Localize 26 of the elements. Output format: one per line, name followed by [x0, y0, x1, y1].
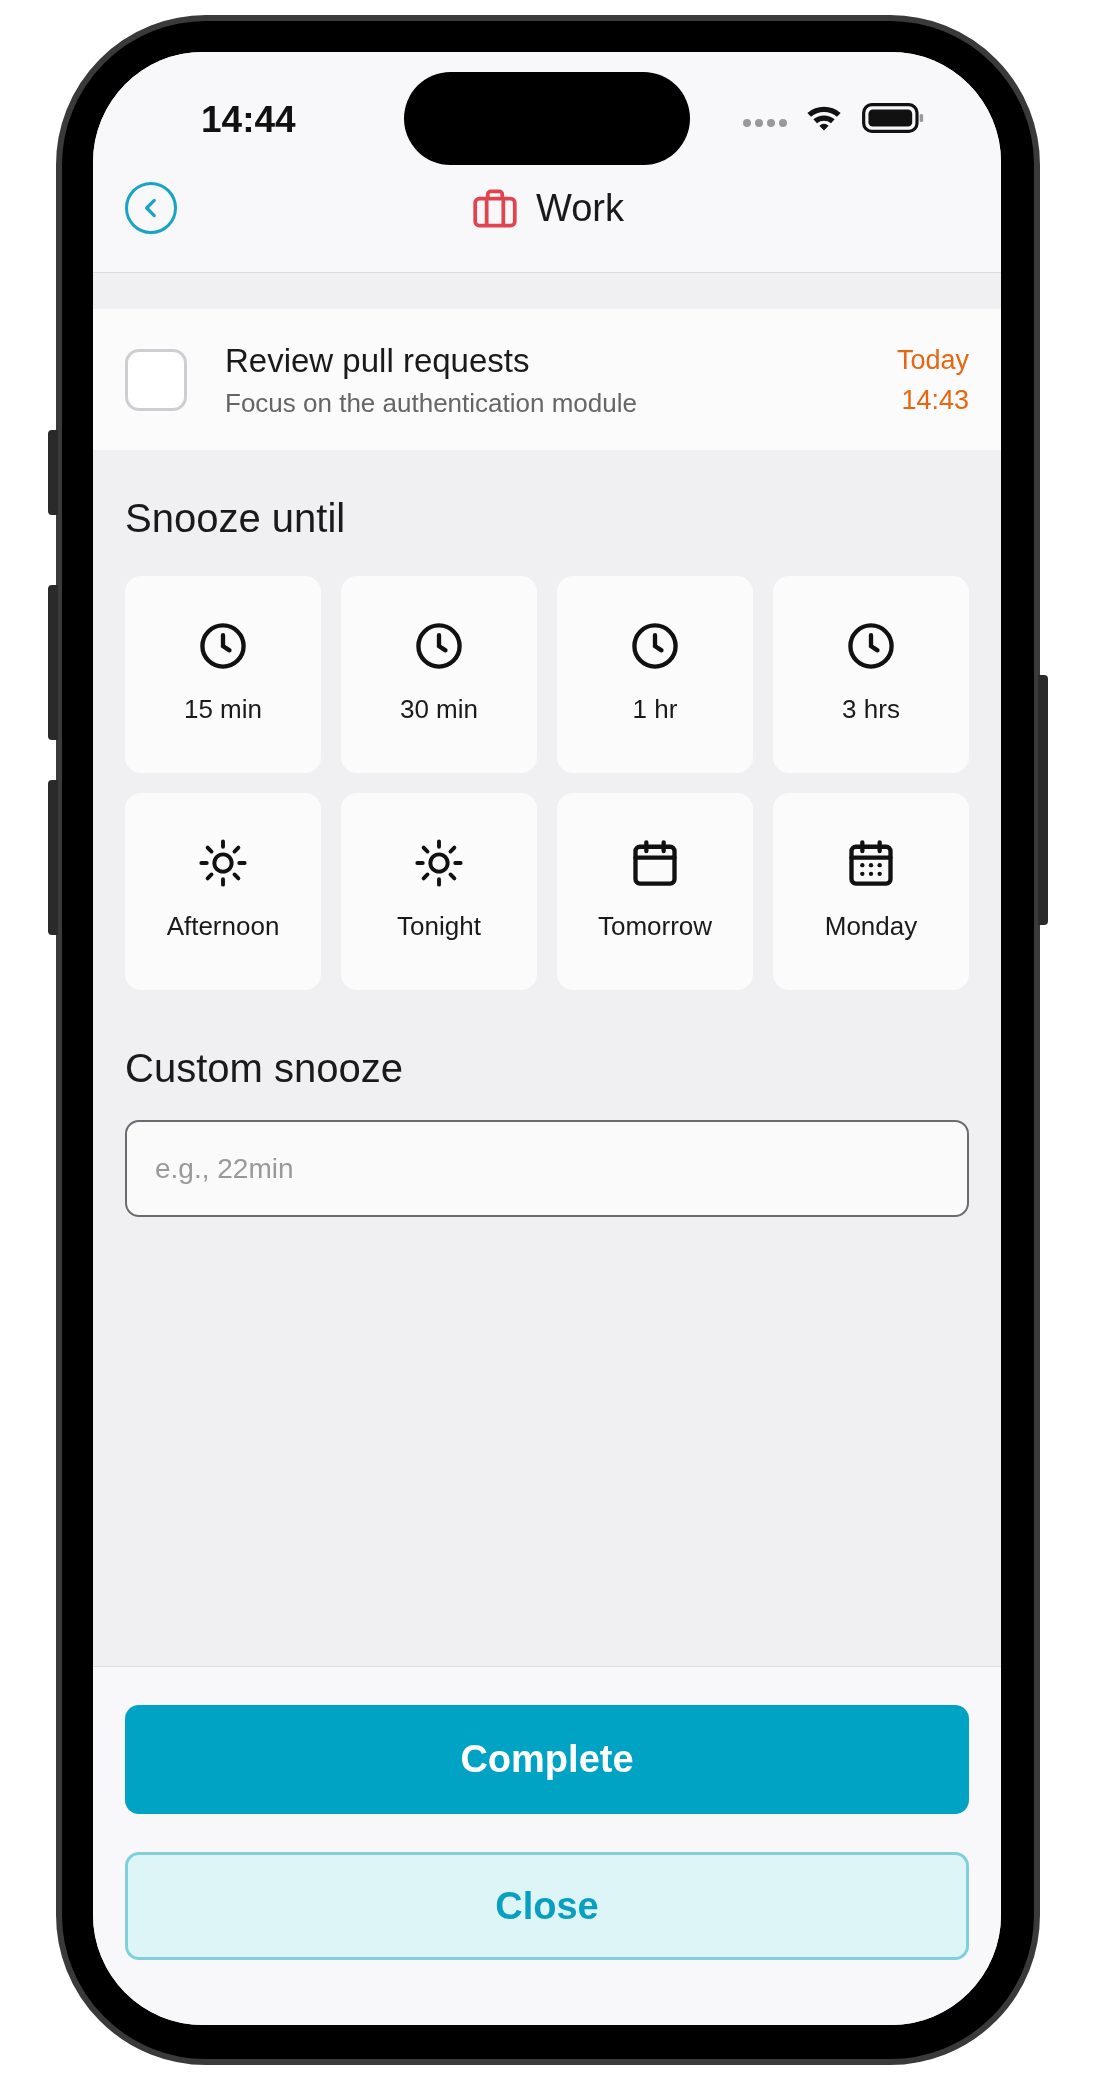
- snooze-option[interactable]: Tonight: [341, 793, 537, 990]
- header-title: Work: [536, 186, 624, 231]
- snooze-option[interactable]: Afternoon: [125, 793, 321, 990]
- clock-icon: [629, 620, 681, 672]
- task-title: Review pull requests: [225, 340, 531, 381]
- snooze-option[interactable]: 15 min: [125, 576, 321, 773]
- sun-icon: [413, 837, 465, 889]
- task-checkbox[interactable]: [125, 348, 187, 411]
- task-note: Focus on the authentication module: [225, 386, 638, 420]
- snooze-option[interactable]: 1 hr: [557, 576, 753, 773]
- snooze-option[interactable]: 30 min: [341, 576, 537, 773]
- custom-snooze-field[interactable]: e.g., 22min: [125, 1120, 969, 1217]
- clock-icon: [845, 620, 897, 672]
- due-day: Today: [896, 339, 969, 380]
- snooze-option[interactable]: Monday: [773, 793, 969, 990]
- back-button[interactable]: [125, 182, 177, 234]
- clock-icon: [413, 620, 465, 672]
- section-heading: Custom snooze: [125, 1045, 404, 1092]
- signal-dots-icon: [743, 119, 787, 127]
- snooze-option[interactable]: Tomorrow: [557, 793, 753, 990]
- status-time: 14:44: [201, 98, 296, 142]
- clock-icon: [197, 620, 249, 672]
- sun-icon: [197, 837, 249, 889]
- section-heading: Snooze until: [125, 495, 347, 542]
- snooze-option[interactable]: 3 hrs: [773, 576, 969, 773]
- due-time: 14:43: [901, 383, 969, 417]
